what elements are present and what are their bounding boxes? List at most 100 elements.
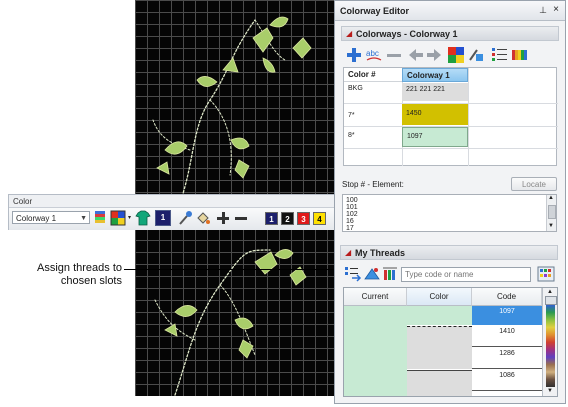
thread-chart-button[interactable] [363,265,381,283]
colorway-select-value: Colorway 1 [16,214,57,223]
slot-label: 3 [301,215,306,224]
color-slot-4[interactable]: 4 [313,212,326,225]
colorway-select[interactable]: Colorway 1 ▼ [12,211,90,224]
thread-color-scrollbar[interactable]: ▲ ▼ [542,288,557,396]
palette-view-button[interactable] [511,46,529,64]
thread-code-cell[interactable]: 1097 [472,306,542,325]
close-icon[interactable]: × [553,4,559,15]
row-8-number: 8* [348,132,355,139]
toolbar-title: Color [13,197,33,206]
row-bkg-number: BKG [348,85,363,92]
current-slot-label: 1 [160,213,166,222]
chevron-down-icon: ▼ [80,215,87,222]
add-colorway-button[interactable] [345,46,363,64]
thread-swatch[interactable] [407,348,472,369]
scroll-up-icon[interactable]: ▲ [548,195,554,201]
palette-icon [95,211,105,223]
thread-match-icon [383,267,397,280]
color-matrix-button[interactable] [447,46,465,64]
list-view-button[interactable] [491,46,509,64]
list-item[interactable]: 100 [346,197,358,204]
arrow-right-icon [427,49,441,61]
plus-icon [217,212,229,224]
move-left-button[interactable] [407,46,425,64]
add-color-button[interactable] [215,210,231,226]
stop-element-label: Stop # - Element: [342,180,404,189]
thread-chart-button[interactable] [467,46,485,64]
colorway-table: Color # Colorway 1 BKG 221 221 221 7* 14… [343,67,558,166]
list-item[interactable]: 17 [346,225,354,231]
my-threads-section-header[interactable]: ◢ My Threads [340,245,558,260]
row-7-color-cell[interactable]: 1450 [402,104,468,125]
paint-bucket-icon [197,212,210,224]
stop-list-scrollbar[interactable]: ▲ ▼ [546,195,556,231]
thread-search-input[interactable] [401,267,531,282]
thread-chart-icon [364,268,380,280]
row-bkg-color-cell[interactable]: 221 221 221 [402,83,468,101]
color-spectrum-strip [546,305,555,387]
column-header-color[interactable]: Color [407,288,472,306]
locate-button[interactable]: Locate [511,177,557,191]
apply-color-button[interactable] [195,210,211,226]
rename-colorway-button[interactable]: abc [365,46,383,64]
column-header-current[interactable]: Current [344,288,407,306]
list-item[interactable]: 102 [346,211,358,218]
row-7-number: 7* [348,112,355,119]
color-slot-2[interactable]: 2 [281,212,294,225]
callout-line-2: chosen slots [60,275,122,287]
collapse-triangle-icon: ◢ [346,29,353,38]
shirt-icon [135,210,151,226]
color-slot-1[interactable]: 1 [265,212,278,225]
arrow-left-icon [409,49,423,61]
panel-title: Colorway Editor [340,6,410,16]
pin-icon[interactable]: ⊥ [539,5,547,16]
row-7-value: 1450 [406,110,422,117]
thread-palette-button[interactable] [537,265,555,283]
scroll-up-icon[interactable]: ▲ [547,289,553,295]
color-matrix-button[interactable] [110,210,126,226]
current-slot-indicator[interactable]: 1 [155,210,171,226]
thread-code-cell[interactable]: 1410 [472,326,542,347]
stop-element-list[interactable]: 100 101 102 16 17 ▲ ▼ [342,194,557,232]
thread-code-cell[interactable]: 1286 [472,348,542,369]
thread-swatch[interactable] [407,326,472,348]
row-8-color-cell[interactable]: 1097 [402,127,468,147]
my-threads-grid: Current Color Code 1097 1410 1286 1086 ▲… [343,287,558,397]
collapse-triangle-icon: ◢ [345,248,352,257]
chevron-down-icon[interactable]: ▾ [128,214,131,221]
row-bkg-value: 221 221 221 [406,86,445,93]
scroll-thumb[interactable] [545,296,557,305]
row-8-value: 1097 [407,133,423,140]
color-slot-3[interactable]: 3 [297,212,310,225]
column-header-code[interactable]: Code [472,288,542,306]
thread-spool-icon [469,49,483,61]
colorway-palette-button[interactable] [93,210,109,226]
minus-icon [387,54,401,57]
pick-color-button[interactable] [177,210,193,226]
thread-match-button[interactable] [382,265,400,283]
eyedropper-icon [179,211,192,225]
colorways-section-header[interactable]: ◢ Colorways - Colorway 1 [341,26,559,41]
svg-text:abc: abc [366,49,379,58]
list-item[interactable]: 16 [346,218,354,225]
palette-icon [512,50,527,60]
assign-thread-icon [345,267,362,282]
slot-label: 2 [285,215,290,224]
scroll-thumb[interactable] [548,205,556,219]
list-item[interactable]: 101 [346,204,358,211]
scroll-down-icon[interactable]: ▼ [547,388,553,394]
thread-code-cell[interactable]: 1086 [472,370,542,391]
garment-button[interactable] [135,210,151,226]
thread-swatch[interactable] [407,306,472,325]
scroll-down-icon[interactable]: ▼ [548,223,554,229]
assign-thread-button[interactable] [344,265,362,283]
remove-color-button[interactable] [233,210,249,226]
color-matrix-icon [448,47,464,63]
delete-colorway-button[interactable] [385,46,403,64]
callout-leader-line [124,269,334,270]
thread-swatch[interactable] [407,370,472,396]
column-header-colorway-1[interactable]: Colorway 1 [402,68,468,82]
move-right-button[interactable] [425,46,443,64]
current-color-swatch [344,306,407,396]
slot-label: 4 [317,215,322,224]
